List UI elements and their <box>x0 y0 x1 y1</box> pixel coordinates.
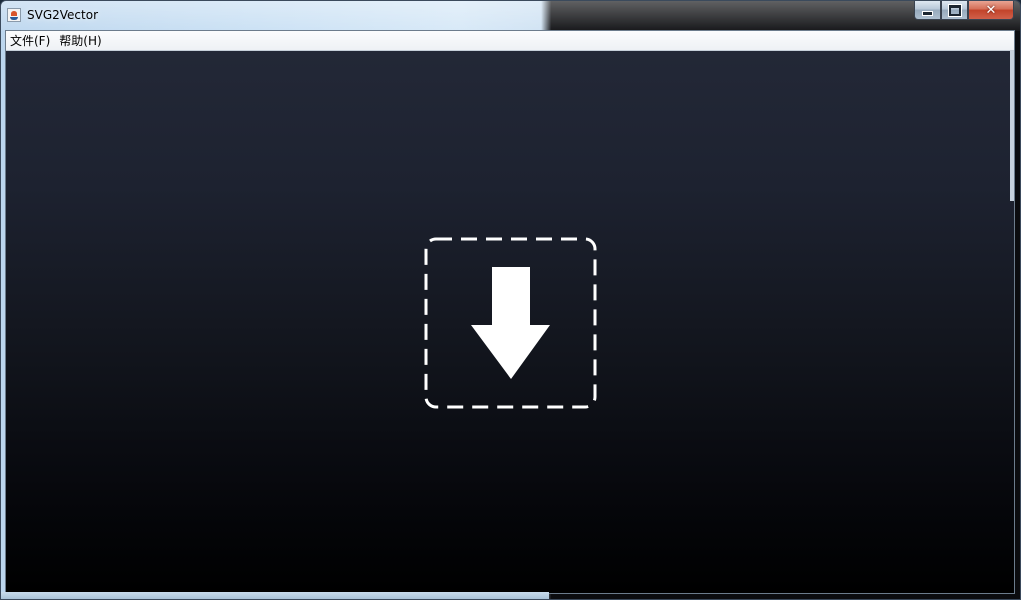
drop-zone[interactable] <box>424 237 597 409</box>
maximize-button[interactable] <box>941 1 968 20</box>
menubar: 文件(F) 帮助(H) <box>6 31 1014 51</box>
minimize-button[interactable] <box>914 1 941 20</box>
drop-area[interactable] <box>6 51 1014 593</box>
maximize-icon <box>948 4 961 16</box>
client-area: 文件(F) 帮助(H) <box>5 30 1015 594</box>
app-window: SVG2Vector ✕ 文件(F) 帮助(H) <box>0 0 1021 600</box>
window-title: SVG2Vector <box>27 8 98 22</box>
minimize-icon <box>922 10 933 16</box>
close-button[interactable]: ✕ <box>968 1 1014 20</box>
bottom-frame-edge <box>1 592 549 599</box>
down-arrow <box>471 267 550 379</box>
menu-file[interactable]: 文件(F) <box>10 32 55 49</box>
titlebar[interactable]: SVG2Vector ✕ <box>1 1 1020 30</box>
caption-buttons: ✕ <box>914 1 1014 20</box>
download-arrow-icon <box>424 237 597 409</box>
menu-help[interactable]: 帮助(H) <box>59 32 106 49</box>
right-edge-strip <box>1010 51 1014 201</box>
close-icon: ✕ <box>985 2 997 18</box>
java-coffee-cup-icon[interactable] <box>7 8 21 22</box>
